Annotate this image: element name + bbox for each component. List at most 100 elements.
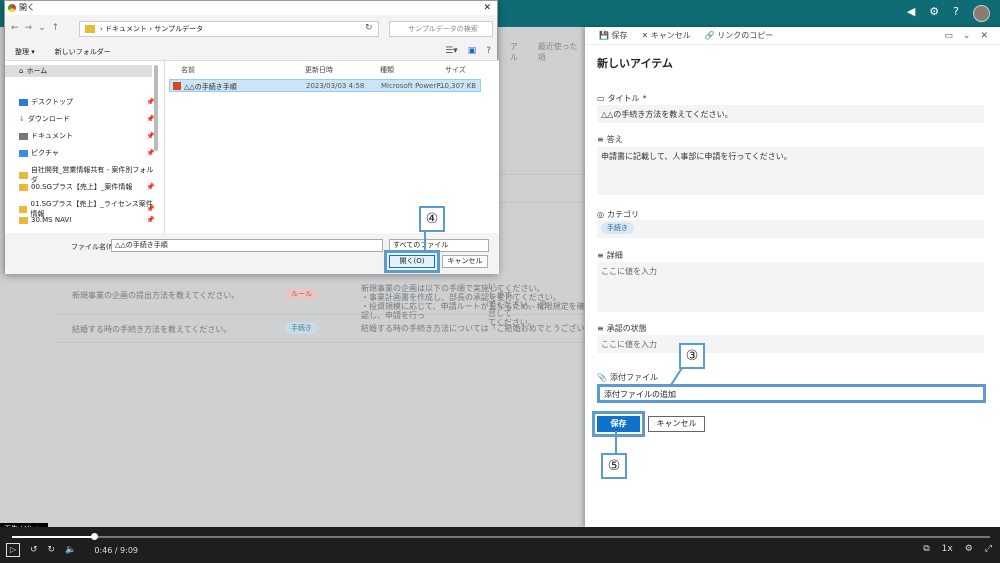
answer-textarea[interactable]: 申請書に記載して、人事部に申請を行ってください。 bbox=[597, 147, 984, 195]
category-select[interactable]: 手続き bbox=[597, 220, 984, 238]
organize-button[interactable]: 整理 ▾ bbox=[15, 47, 35, 57]
multiline-field-icon: ≡ bbox=[597, 324, 604, 333]
panel-title: 新しいアイテム bbox=[597, 57, 673, 70]
fullscreen-icon[interactable]: ⤢ bbox=[985, 544, 992, 554]
captions-icon[interactable]: ⧉ bbox=[923, 544, 929, 554]
breadcrumb-item[interactable]: サンプルデータ bbox=[154, 25, 203, 33]
avatar[interactable] bbox=[973, 5, 990, 22]
chevron-down-icon[interactable]: ⌄ bbox=[963, 31, 971, 41]
close-icon[interactable]: ✕ bbox=[483, 1, 491, 15]
approval-field-label: ≡ 承認の状態 bbox=[597, 323, 647, 334]
callout-pointer bbox=[615, 431, 617, 453]
column-type[interactable]: 種類 bbox=[380, 65, 394, 75]
powerpoint-icon bbox=[173, 82, 181, 90]
choice-field-icon: ◎ bbox=[597, 210, 604, 219]
filetype-select[interactable]: すべてのファイル bbox=[389, 239, 489, 252]
cancel-toolbar-button[interactable]: ✕ キャンセル bbox=[642, 30, 691, 41]
edit-form-icon[interactable]: ▭ bbox=[944, 31, 953, 41]
pin-icon: 📌 bbox=[146, 216, 155, 224]
sidebar-item-desktop[interactable]: デスクトップ 📌 bbox=[19, 97, 159, 107]
sidebar-item-pictures[interactable]: ピクチャ 📌 bbox=[19, 148, 159, 158]
breadcrumb-item[interactable]: ドキュメント bbox=[105, 25, 147, 33]
playback-speed-button[interactable]: 1x bbox=[942, 544, 953, 554]
sidebar-item-downloads[interactable]: ↓ ダウンロード 📌 bbox=[19, 114, 159, 124]
tag-badge: ルール bbox=[285, 288, 318, 300]
sidebar-item-home[interactable]: ⌂ ホーム bbox=[5, 65, 152, 77]
sidebar-item-documents[interactable]: ドキュメント 📌 bbox=[19, 131, 159, 141]
play-button[interactable]: ▷ bbox=[6, 543, 20, 557]
megaphone-icon[interactable]: ◀ bbox=[907, 5, 915, 22]
approval-input[interactable]: ここに値を入力 bbox=[597, 335, 984, 353]
nav-arrows-icon[interactable]: ←→⌄↑ bbox=[11, 23, 65, 33]
close-icon[interactable]: ✕ bbox=[980, 31, 988, 41]
folder-icon bbox=[19, 171, 28, 179]
help-icon[interactable]: ? bbox=[486, 46, 491, 56]
path-breadcrumb[interactable]: › ドキュメント › サンプルデータ bbox=[79, 21, 379, 37]
sidebar-item-label: 30.MS NAVI bbox=[31, 216, 72, 224]
refresh-icon[interactable]: ↻ bbox=[365, 23, 373, 33]
video-controls: ▷ ↺ ↻ 🔈 0:46 / 9:09 ⧉ 1x ⚙ ⤢ bbox=[0, 527, 1000, 563]
forward-icon[interactable]: ↻ bbox=[48, 545, 56, 555]
navigation-pane: ⌂ ホーム デスクトップ 📌 ↓ ダウンロード 📌 ドキュメント 📌 ピクチャ 📌 自社開発… bbox=[5, 61, 165, 233]
preview-pane-icon[interactable]: ▣ bbox=[468, 46, 477, 56]
detail-textarea[interactable]: ここに値を入力 bbox=[597, 262, 984, 312]
sidebar-item-label: ホーム bbox=[26, 67, 48, 75]
list-item[interactable]: 結婚する時の手続き方法を教えてください。 手続き 結婚する時の手続き方法について… bbox=[58, 315, 585, 343]
document-icon bbox=[19, 132, 28, 140]
cancel-button[interactable]: キャンセル bbox=[648, 416, 705, 432]
search-input[interactable]: サンプルデータの検索 bbox=[389, 21, 493, 37]
answer-label-text: 答え bbox=[606, 135, 623, 144]
folder-icon bbox=[19, 205, 28, 213]
save-button[interactable]: 保存 bbox=[592, 411, 645, 437]
file-size: 10,307 KB bbox=[440, 82, 477, 90]
sidebar-item-folder[interactable]: 30.MS NAVI 📌 bbox=[19, 216, 159, 224]
view-options-icon[interactable]: ☰▾ bbox=[445, 46, 458, 56]
video-progress-knob[interactable] bbox=[91, 533, 99, 540]
sidebar-item-label: ドキュメント bbox=[31, 132, 73, 140]
file-modified: 2023/03/03 4:58 bbox=[306, 82, 365, 90]
table-row[interactable]: △△の手続き手順 2023/03/03 4:58 Microsoft Power… bbox=[169, 79, 481, 92]
callout-pointer bbox=[424, 231, 426, 251]
sidebar-item-folder[interactable]: 00.SGプラス【売上】_案件情報 📌 bbox=[19, 182, 159, 192]
detail-field-label: ≡ 詳細 bbox=[597, 250, 623, 261]
column-size[interactable]: サイズ bbox=[445, 65, 466, 75]
dialog-cancel-button[interactable]: キャンセル bbox=[442, 255, 488, 268]
sidebar-item-label: 00.SGプラス【売上】_案件情報 bbox=[31, 183, 133, 191]
organize-label: 整理 bbox=[15, 47, 29, 56]
column-name[interactable]: 名前 bbox=[181, 65, 195, 75]
home-icon: ⌂ bbox=[19, 67, 24, 75]
title-field-label: ▭ タイトル * bbox=[597, 93, 647, 104]
multiline-field-icon: ≡ bbox=[597, 251, 604, 260]
rewind-icon[interactable]: ↺ bbox=[30, 545, 38, 555]
file-type: Microsoft PowerP... bbox=[381, 82, 447, 90]
open-button[interactable]: 開く(O) bbox=[384, 250, 440, 273]
add-attachment-button[interactable]: 添付ファイルの追加 bbox=[597, 384, 986, 403]
file-list-header: 名前 更新日時 種類 サイズ bbox=[165, 63, 499, 77]
copy-link-label: リンクのコピー bbox=[717, 31, 774, 40]
volume-icon[interactable]: 🔈 bbox=[65, 545, 76, 555]
tag-badge: 手続き bbox=[285, 322, 318, 334]
new-folder-button[interactable]: 新しいフォルダー bbox=[55, 47, 111, 57]
download-icon: ↓ bbox=[19, 115, 25, 123]
sidebar-item-label: ピクチャ bbox=[31, 149, 59, 157]
callout-5: ⑤ bbox=[601, 453, 627, 479]
title-input[interactable]: △△の手続き方法を教えてください。 bbox=[597, 105, 984, 123]
settings-icon[interactable]: ⚙ bbox=[929, 5, 939, 22]
video-progress-bar[interactable] bbox=[12, 533, 990, 540]
list-item[interactable]: 新規事業の企画の提出方法を教えてください。 ルール 新規事業の企画は以下の手順で… bbox=[58, 281, 585, 320]
attachment-label-text: 添付ファイル bbox=[609, 373, 658, 382]
category-pill: 手続き bbox=[601, 222, 634, 234]
copy-link-button[interactable]: 🔗 リンクのコピー bbox=[705, 30, 774, 41]
help-icon[interactable]: ? bbox=[953, 5, 959, 22]
settings-icon[interactable]: ⚙ bbox=[965, 544, 973, 554]
list-item-answer: 結婚する時の手続き方法については「ご結婚おめでとうございます。」というペ bbox=[361, 324, 585, 333]
attachment-field-label: 📎 添付ファイル bbox=[597, 372, 658, 383]
cancel-toolbar-label: キャンセル bbox=[650, 31, 691, 40]
text-field-icon: ▭ bbox=[597, 94, 605, 103]
save-toolbar-button[interactable]: 💾 保存 bbox=[599, 30, 628, 41]
sidebar-scrollbar[interactable] bbox=[154, 65, 158, 151]
column-modified[interactable]: 更新日時 bbox=[305, 65, 333, 75]
multiline-field-icon: ≡ bbox=[597, 135, 604, 144]
required-mark: * bbox=[642, 94, 647, 103]
filename-input[interactable]: △△の手続き手順 bbox=[111, 239, 383, 252]
